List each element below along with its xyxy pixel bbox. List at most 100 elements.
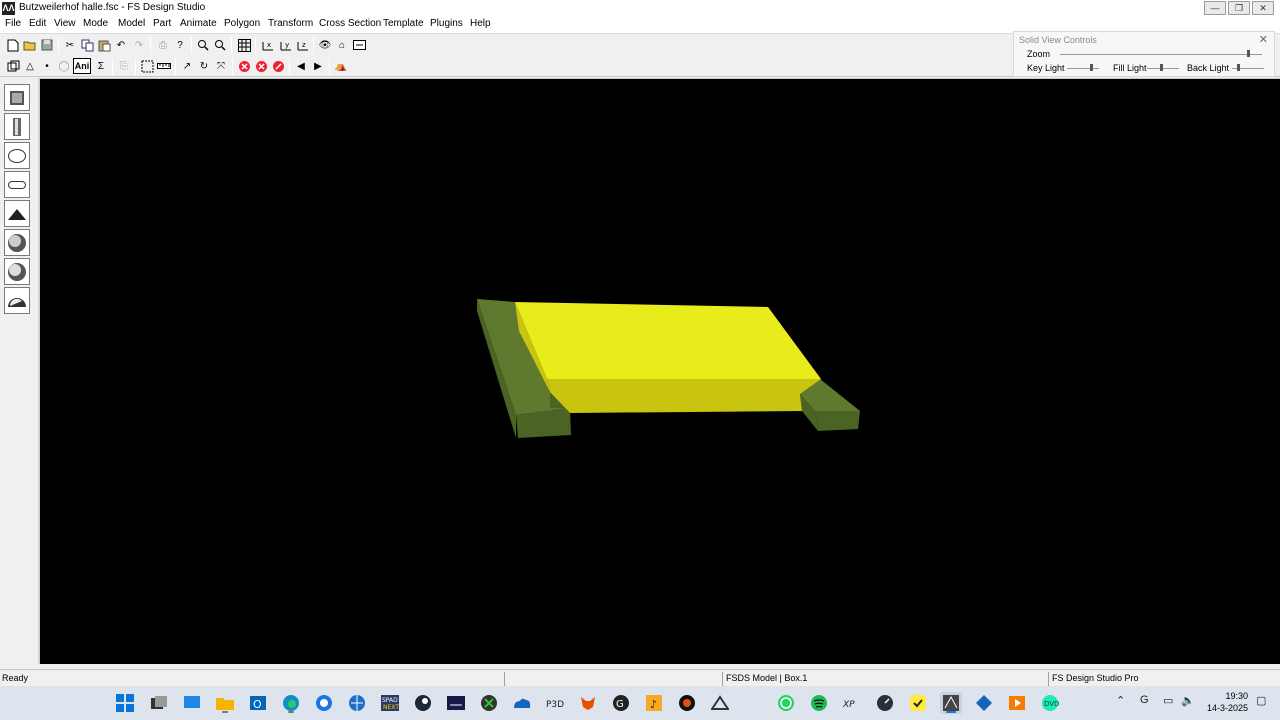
notification-icon[interactable]: ▢ bbox=[1256, 694, 1266, 707]
menu-view[interactable]: View bbox=[54, 18, 76, 29]
world-icon[interactable] bbox=[346, 692, 368, 714]
copy-icon[interactable] bbox=[79, 37, 95, 53]
cone-primitive-icon[interactable] bbox=[4, 200, 30, 227]
menu-edit[interactable]: Edit bbox=[29, 18, 46, 29]
next-icon[interactable]: ▶ bbox=[310, 58, 326, 74]
whatsapp-icon[interactable] bbox=[775, 692, 797, 714]
save-icon[interactable] bbox=[39, 37, 55, 53]
nav-icon[interactable] bbox=[709, 692, 731, 714]
rotate-icon[interactable]: ↻ bbox=[196, 58, 212, 74]
vertex-icon[interactable]: • bbox=[39, 58, 55, 74]
triangle-icon[interactable]: △ bbox=[22, 58, 38, 74]
zoom-in-icon[interactable] bbox=[195, 37, 211, 53]
menu-model[interactable]: Model bbox=[118, 18, 145, 29]
quick-icon[interactable]: DVD bbox=[1039, 692, 1061, 714]
key-light-slider-thumb[interactable] bbox=[1090, 64, 1093, 71]
p3d-icon[interactable]: P3D bbox=[544, 692, 566, 714]
cloud-icon[interactable] bbox=[511, 692, 533, 714]
sigma-button[interactable]: Σ bbox=[93, 58, 109, 74]
app-icon[interactable]: ΛΛ bbox=[2, 2, 15, 15]
zoom-slider-thumb[interactable] bbox=[1246, 50, 1250, 57]
checklist-icon[interactable] bbox=[907, 692, 929, 714]
hemisphere-primitive-icon[interactable] bbox=[4, 287, 30, 314]
cube-primitive-icon[interactable] bbox=[4, 84, 30, 111]
zoom-slider[interactable] bbox=[1060, 54, 1262, 55]
spotify-icon[interactable] bbox=[808, 692, 830, 714]
windows-start-icon[interactable] bbox=[114, 692, 136, 714]
layers-icon[interactable] bbox=[351, 37, 367, 53]
menu-animate[interactable]: Animate bbox=[180, 18, 217, 29]
circle-icon[interactable]: ◯ bbox=[56, 58, 72, 74]
undo-icon[interactable]: ↶ bbox=[113, 37, 129, 53]
menu-plugins[interactable]: Plugins bbox=[430, 18, 463, 29]
zoom-out-icon[interactable] bbox=[212, 37, 228, 53]
clock[interactable]: 19:30 14-3-2025 bbox=[1207, 690, 1248, 714]
help-bulb-icon[interactable]: ? bbox=[172, 37, 188, 53]
menu-file[interactable]: File bbox=[5, 18, 21, 29]
menu-template[interactable]: Template bbox=[383, 18, 424, 29]
slides-icon[interactable] bbox=[1006, 692, 1028, 714]
capsule-primitive-icon[interactable] bbox=[4, 171, 30, 198]
menu-polygon[interactable]: Polygon bbox=[224, 18, 260, 29]
tray-g-icon[interactable]: G bbox=[1140, 694, 1149, 706]
music-icon[interactable]: ♪ bbox=[643, 692, 665, 714]
restore-button[interactable]: ❐ bbox=[1228, 1, 1250, 15]
fsds-icon[interactable] bbox=[940, 692, 962, 714]
grid-icon[interactable] bbox=[236, 37, 252, 53]
view-y-icon[interactable]: y bbox=[277, 37, 293, 53]
app-icon[interactable] bbox=[445, 692, 467, 714]
menu-cross-section[interactable]: Cross Section bbox=[319, 18, 381, 29]
close-icon[interactable]: ✕ bbox=[1259, 33, 1268, 46]
redo-icon[interactable]: ↷ bbox=[131, 37, 147, 53]
xbox-icon[interactable] bbox=[478, 692, 500, 714]
menu-transform[interactable]: Transform bbox=[268, 18, 313, 29]
delete-red-icon-3[interactable] bbox=[270, 58, 286, 74]
menu-help[interactable]: Help bbox=[470, 18, 491, 29]
cylinder-primitive-icon[interactable] bbox=[4, 113, 30, 140]
volume-icon[interactable]: 🔈 bbox=[1181, 694, 1195, 707]
disabled-tool-icon[interactable]: ⎘ bbox=[116, 58, 132, 74]
fill-light-slider-thumb[interactable] bbox=[1160, 64, 1164, 71]
scale-icon[interactable]: ⤧ bbox=[213, 58, 229, 74]
dome-primitive-icon[interactable] bbox=[4, 258, 30, 285]
diamond-icon[interactable] bbox=[973, 692, 995, 714]
view-x-icon[interactable]: x bbox=[259, 37, 275, 53]
steam-icon[interactable] bbox=[412, 692, 434, 714]
previous-icon[interactable]: ◀ bbox=[293, 58, 309, 74]
marquee-select-icon[interactable] bbox=[139, 58, 155, 74]
binoculars-icon[interactable]: ⛺ bbox=[333, 58, 349, 74]
fox-icon[interactable] bbox=[577, 692, 599, 714]
delete-red-icon-1[interactable] bbox=[236, 58, 252, 74]
g-icon[interactable]: G bbox=[610, 692, 632, 714]
cut-icon[interactable]: ✂ bbox=[62, 37, 78, 53]
geosphere-primitive-icon[interactable] bbox=[4, 229, 30, 256]
solid-3d-viewport[interactable] bbox=[38, 78, 1280, 664]
paste-icon[interactable] bbox=[96, 37, 112, 53]
file-explorer-icon[interactable] bbox=[214, 692, 236, 714]
tray-overflow-icon[interactable]: ⌃ bbox=[1116, 694, 1125, 707]
back-light-slider-thumb[interactable] bbox=[1237, 64, 1241, 71]
delete-red-icon-2[interactable] bbox=[253, 58, 269, 74]
view-z-icon[interactable]: z bbox=[294, 37, 310, 53]
browser-icon[interactable] bbox=[313, 692, 335, 714]
close-button[interactable]: ✕ bbox=[1252, 1, 1274, 15]
display-icon[interactable] bbox=[181, 692, 203, 714]
settings-icon[interactable] bbox=[676, 692, 698, 714]
open-file-icon[interactable] bbox=[22, 37, 38, 53]
xp-icon[interactable]: XP bbox=[841, 692, 863, 714]
ruler-icon[interactable] bbox=[156, 58, 172, 74]
spad-icon[interactable]: SPAD NEXT bbox=[379, 692, 401, 714]
gauge-icon[interactable] bbox=[874, 692, 896, 714]
task-view-icon[interactable] bbox=[148, 692, 170, 714]
key-light-slider[interactable] bbox=[1067, 68, 1099, 69]
eye-view-icon[interactable]: 👁 bbox=[317, 37, 333, 53]
menu-part[interactable]: Part bbox=[153, 18, 171, 29]
select-part-icon[interactable] bbox=[5, 58, 21, 74]
house-icon[interactable]: ⌂ bbox=[334, 37, 350, 53]
animation-button[interactable]: Ani bbox=[73, 58, 91, 74]
move-icon[interactable]: ↗ bbox=[179, 58, 195, 74]
minimize-button[interactable]: — bbox=[1204, 1, 1226, 15]
print-icon[interactable]: ⎙ bbox=[155, 37, 171, 53]
edge-icon[interactable] bbox=[280, 692, 302, 714]
sphere-primitive-icon[interactable] bbox=[4, 142, 30, 169]
